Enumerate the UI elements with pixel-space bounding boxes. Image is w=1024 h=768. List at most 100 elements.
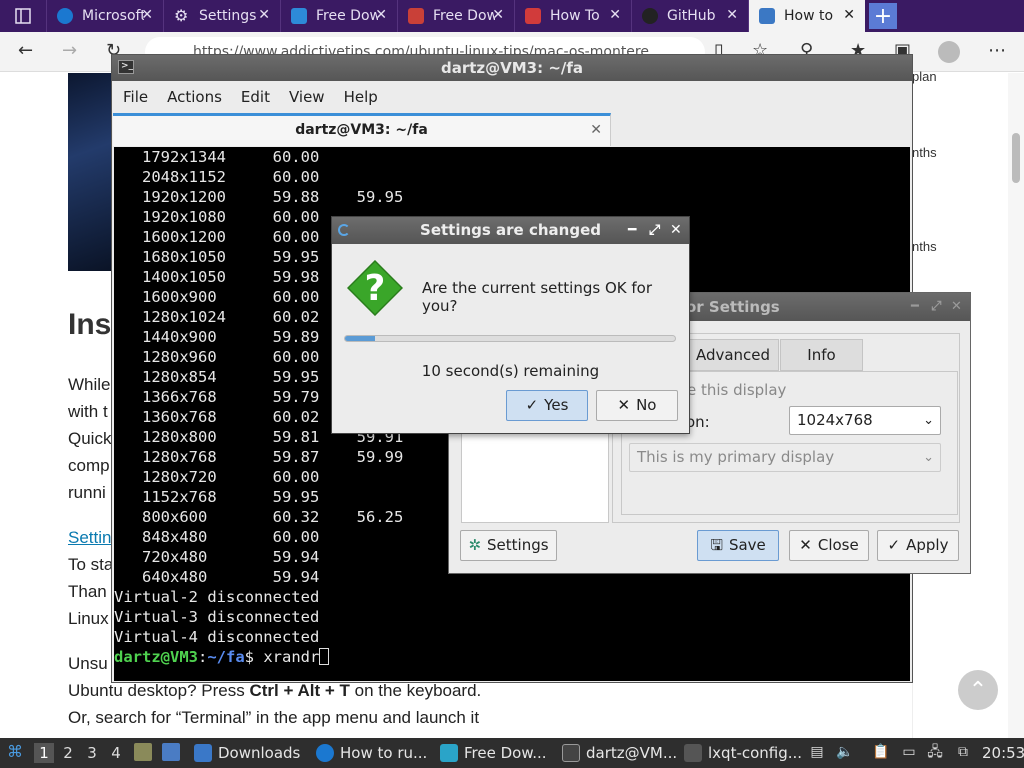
browser-tab-microsoft[interactable]: Microsoft ✕ bbox=[46, 0, 163, 32]
checkmark-icon: ✓ bbox=[525, 396, 539, 414]
volume-icon[interactable]: 🔈 bbox=[836, 743, 854, 761]
workspace-3[interactable]: 3 bbox=[82, 743, 102, 763]
tab-advanced[interactable]: Advanced bbox=[687, 339, 779, 371]
settings-link[interactable]: Settin bbox=[68, 528, 111, 547]
svg-text:?: ? bbox=[365, 268, 386, 309]
task-lxqt-config[interactable]: lxqt-config... bbox=[684, 738, 804, 768]
workspace-4[interactable]: 4 bbox=[106, 743, 126, 763]
display-icon[interactable]: ▭ bbox=[900, 743, 918, 761]
tab-info[interactable]: Info bbox=[780, 339, 863, 371]
paragraph-line: Unsu bbox=[68, 654, 108, 673]
paragraph-line: Or, search for “Terminal” in the app men… bbox=[68, 708, 480, 727]
file-manager-launcher-icon[interactable] bbox=[134, 743, 152, 761]
countdown-progress-bar bbox=[344, 335, 676, 342]
close-icon[interactable]: ✕ bbox=[670, 217, 682, 244]
sidebar-text: nths bbox=[912, 145, 937, 160]
show-desktop-icon[interactable] bbox=[162, 743, 180, 761]
resolution-value: 1024x768 bbox=[797, 411, 873, 429]
question-icon: ? bbox=[347, 260, 403, 316]
browser-tab-github[interactable]: GitHub ✕ bbox=[631, 0, 748, 32]
close-tab-icon[interactable]: ✕ bbox=[843, 7, 855, 23]
addictivetips-favicon-icon bbox=[759, 8, 775, 24]
monitor-settings-title: or Settings bbox=[686, 298, 780, 316]
browser-tab-settings[interactable]: ⚙ Settings ✕ bbox=[163, 0, 280, 32]
workspace-1[interactable]: 1 bbox=[34, 743, 54, 763]
browser-tab-free-download-1[interactable]: Free Dow ✕ bbox=[280, 0, 397, 32]
article-image bbox=[68, 73, 112, 271]
task-browser[interactable]: How to ru... bbox=[316, 738, 428, 768]
forward-arrow-icon[interactable]: → bbox=[62, 40, 77, 61]
close-tab-icon[interactable]: ✕ bbox=[141, 7, 153, 23]
new-tab-button[interactable]: + bbox=[869, 3, 897, 29]
monitor-icon bbox=[684, 744, 702, 762]
paragraph-line: Than bbox=[68, 582, 107, 601]
close-tab-icon[interactable]: ✕ bbox=[258, 7, 270, 23]
yes-button[interactable]: ✓ Yes bbox=[506, 390, 588, 421]
menu-help[interactable]: Help bbox=[337, 88, 390, 106]
close-tab-icon[interactable]: ✕ bbox=[375, 7, 387, 23]
paragraph-line: comp bbox=[68, 456, 110, 475]
tab-title: Free Dow bbox=[433, 8, 495, 24]
terminal-output-line: 1792x1344 60.00 bbox=[114, 148, 320, 166]
maximize-icon[interactable]: ⤢ bbox=[931, 293, 941, 321]
resolution-select[interactable]: 1024x768 ⌄ bbox=[789, 406, 941, 435]
close-tab-icon[interactable]: ✕ bbox=[492, 7, 504, 23]
paragraph-line: with t bbox=[68, 402, 108, 421]
task-downloads[interactable]: Downloads bbox=[194, 738, 304, 768]
terminal-output-line: 2048x1152 60.00 bbox=[114, 168, 320, 186]
no-button[interactable]: ✕ No bbox=[596, 390, 678, 421]
prompt-path: ~/fa bbox=[207, 648, 245, 666]
close-tab-icon[interactable]: ✕ bbox=[590, 116, 602, 144]
browser-tab-how-to-active[interactable]: How to ✕ bbox=[748, 0, 865, 32]
workspace-2[interactable]: 2 bbox=[58, 743, 78, 763]
task-free-download[interactable]: Free Dow... bbox=[440, 738, 552, 768]
back-arrow-icon[interactable]: ← bbox=[18, 40, 33, 61]
close-tab-icon[interactable]: ✕ bbox=[609, 7, 621, 23]
terminal-output-line: Virtual-2 disconnected bbox=[114, 588, 320, 606]
apply-button-label: Apply bbox=[906, 536, 949, 554]
terminal-titlebar[interactable]: >_ dartz@VM3: ~/fa bbox=[112, 55, 912, 81]
clipboard-tray-icon[interactable]: ▤ bbox=[808, 743, 826, 761]
browser-tab-how-to-1[interactable]: How To ✕ bbox=[514, 0, 631, 32]
primary-display-select[interactable]: This is my primary display ⌄ bbox=[629, 443, 941, 472]
terminal-tab[interactable]: dartz@VM3: ~/fa ✕ bbox=[113, 113, 611, 146]
chevron-up-icon: ⌃ bbox=[968, 677, 988, 703]
close-button[interactable]: ✕ Close bbox=[789, 530, 869, 561]
paragraph-line: To sta bbox=[68, 555, 114, 574]
dialog-titlebar[interactable]: Settings are changed ━ ⤢ ✕ bbox=[332, 217, 689, 244]
countdown-text: 10 second(s) remaining bbox=[421, 362, 600, 380]
task-label: Free Dow... bbox=[464, 744, 547, 762]
tab-actions-button[interactable] bbox=[0, 0, 46, 32]
minimize-icon[interactable]: ━ bbox=[911, 293, 919, 321]
close-tab-icon[interactable]: ✕ bbox=[726, 7, 738, 23]
profile-avatar-icon[interactable] bbox=[938, 41, 960, 63]
minimize-icon[interactable]: ━ bbox=[628, 217, 636, 244]
settings-button[interactable]: ✲ Settings bbox=[460, 530, 557, 561]
apply-button[interactable]: ✓ Apply bbox=[877, 530, 959, 561]
clipboard-icon[interactable]: 📋 bbox=[872, 743, 890, 761]
scroll-to-top-button[interactable]: ⌃ bbox=[958, 670, 998, 710]
save-button[interactable]: 🖫 Save bbox=[697, 530, 779, 561]
task-label: How to ru... bbox=[340, 744, 428, 762]
use-display-checkbox-label[interactable]: e this display bbox=[687, 381, 786, 399]
menu-edit[interactable]: Edit bbox=[234, 88, 282, 106]
download-site-favicon-icon bbox=[408, 8, 424, 24]
clock[interactable]: 20:53 bbox=[982, 738, 1024, 768]
maximize-icon[interactable]: ⤢ bbox=[649, 217, 660, 244]
app-menu-icon[interactable]: ⌘ bbox=[6, 743, 24, 761]
settings-button-label: Settings bbox=[487, 536, 549, 554]
network-icon[interactable]: 🖧 bbox=[926, 743, 944, 761]
window-switch-icon[interactable]: ⧉ bbox=[954, 743, 972, 761]
settings-gear-icon: ✲ bbox=[468, 536, 482, 554]
close-icon[interactable]: ✕ bbox=[951, 293, 962, 321]
menu-actions[interactable]: Actions bbox=[160, 88, 234, 106]
task-terminal[interactable]: dartz@VM... bbox=[562, 738, 678, 768]
menu-file[interactable]: File bbox=[116, 88, 160, 106]
sidebar-text: plan bbox=[912, 69, 937, 84]
more-menu-icon[interactable]: ⋯ bbox=[988, 40, 1006, 61]
prompt-user: dartz@VM3 bbox=[114, 648, 198, 666]
browser-tab-free-download-2[interactable]: Free Dow ✕ bbox=[397, 0, 514, 32]
terminal-tab-bar: dartz@VM3: ~/fa ✕ bbox=[112, 113, 912, 147]
menu-view[interactable]: View bbox=[282, 88, 337, 106]
scrollbar-thumb[interactable] bbox=[1012, 133, 1020, 183]
